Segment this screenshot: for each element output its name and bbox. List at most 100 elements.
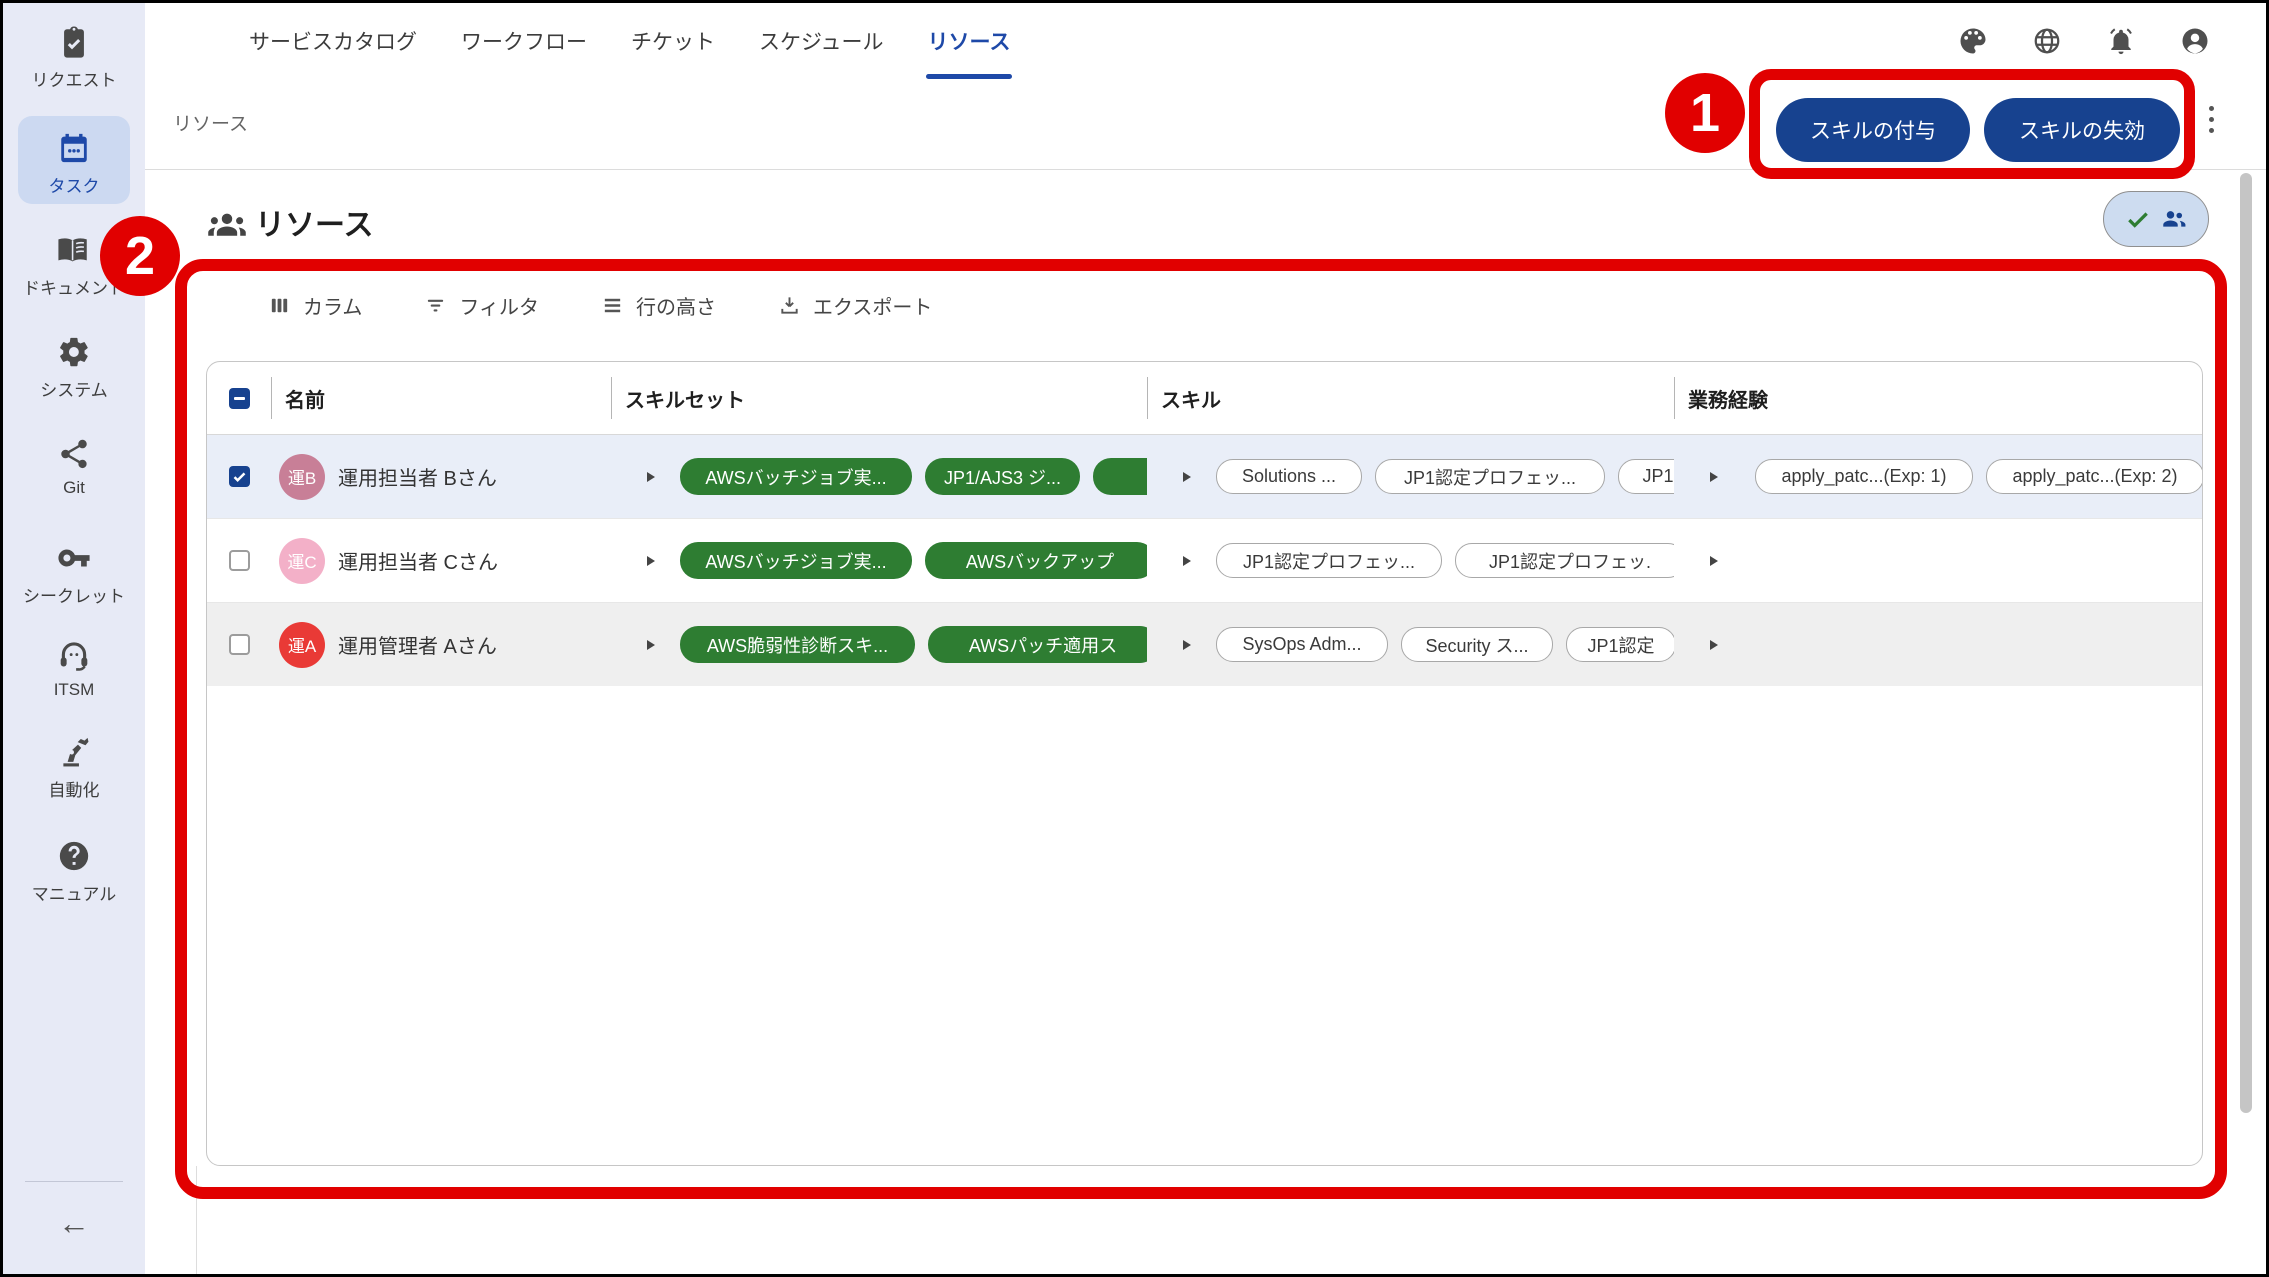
more-options-icon[interactable]: [2209, 106, 2214, 133]
experience-chip: apply_patc...(Exp: 2): [1986, 459, 2202, 494]
header-skill: スキル: [1147, 362, 1674, 434]
avatar: 運B: [279, 454, 325, 500]
expand-arrow-icon[interactable]: [1710, 472, 1718, 482]
sidebar-item-documents[interactable]: ドキュメント: [3, 233, 145, 299]
key-icon: [57, 541, 91, 575]
app-window: リクエスト タスク ドキュメント システム Git シークレット ITSM 自: [0, 0, 2269, 1277]
table-header-row: 名前 スキルセット スキル 業務経験: [207, 362, 2202, 435]
filter-label: フィルタ: [459, 291, 539, 320]
sidebar-item-git[interactable]: Git: [3, 437, 145, 498]
avatar: 運C: [279, 538, 325, 584]
select-all-checkbox[interactable]: [229, 388, 250, 409]
palette-icon[interactable]: [1958, 26, 1988, 56]
expand-arrow-icon[interactable]: [1183, 556, 1191, 566]
skillset-chip: AWS脆弱性診断スキ...: [680, 626, 915, 663]
export-label: エクスポート: [813, 291, 932, 320]
row-height-button[interactable]: 行の高さ: [601, 291, 716, 320]
skill-chip: Security ス...: [1401, 627, 1553, 662]
skill-chip: JP1認定: [1566, 627, 1674, 662]
nav-tabs: サービスカタログ ワークフロー チケット スケジュール リソース: [249, 3, 1010, 79]
filter-icon: [424, 294, 447, 317]
experience-chip: apply_patc...(Exp: 1): [1755, 459, 1973, 494]
account-icon[interactable]: [2180, 26, 2210, 56]
skillset-chip: [1093, 458, 1147, 495]
selection-mode-button[interactable]: [2103, 191, 2209, 247]
sidebar-item-label: リクエスト: [32, 66, 117, 91]
clipboard-check-icon: [57, 25, 91, 59]
skillset-chip: JP1/AJS3 ジ...: [925, 458, 1080, 495]
tab-workflow[interactable]: ワークフロー: [461, 3, 587, 79]
check-icon: [2125, 206, 2151, 232]
table-row[interactable]: 運A 運用管理者 Aさん AWS脆弱性診断スキ... AWSパッチ適用ス Sys…: [207, 602, 2202, 686]
avatar: 運A: [279, 622, 325, 668]
sidebar-item-manual[interactable]: マニュアル: [3, 839, 145, 905]
skill-chip: JP1認定プロフェッ...: [1216, 543, 1442, 578]
table-toolbar: カラム フィルタ 行の高さ エクスポート: [268, 291, 932, 320]
export-button[interactable]: エクスポート: [778, 291, 932, 320]
sidebar-item-secrets[interactable]: シークレット: [3, 541, 145, 607]
revoke-skill-button[interactable]: スキルの失効: [1984, 98, 2180, 162]
sidebar: リクエスト タスク ドキュメント システム Git シークレット ITSM 自: [3, 3, 145, 1274]
skill-chip: JP1認定プロフェッ.: [1455, 543, 1674, 578]
help-icon: [57, 839, 91, 873]
people-group-icon: [207, 208, 247, 242]
expand-arrow-icon[interactable]: [647, 640, 655, 650]
tab-service-catalog[interactable]: サービスカタログ: [249, 3, 417, 79]
row-height-label: 行の高さ: [636, 291, 716, 320]
skill-chip: SysOps Adm...: [1216, 627, 1388, 662]
sidebar-item-label: マニュアル: [32, 880, 117, 905]
sidebar-item-label: ITSM: [54, 680, 95, 700]
globe-icon[interactable]: [2032, 26, 2062, 56]
expand-arrow-icon[interactable]: [647, 472, 655, 482]
expand-arrow-icon[interactable]: [1183, 472, 1191, 482]
skillset-chip: AWSバッチジョブ実...: [680, 458, 912, 495]
headset-icon: [57, 639, 91, 673]
table-row[interactable]: 運C 運用担当者 Cさん AWSバッチジョブ実... AWSバックアップ JP1…: [207, 518, 2202, 602]
tab-resource[interactable]: リソース: [928, 3, 1011, 79]
bell-icon[interactable]: [2106, 26, 2136, 56]
skill-chip: Solutions ...: [1216, 459, 1362, 494]
skillset-chip: AWSパッチ適用ス: [928, 626, 1147, 663]
grant-skill-button[interactable]: スキルの付与: [1776, 98, 1970, 162]
header-skillset: スキルセット: [611, 362, 1147, 434]
vertical-scrollbar[interactable]: [2240, 173, 2252, 1113]
row-checkbox[interactable]: [229, 634, 250, 655]
tab-ticket[interactable]: チケット: [631, 3, 715, 79]
sidebar-item-requests[interactable]: リクエスト: [3, 25, 145, 91]
expand-arrow-icon[interactable]: [1183, 640, 1191, 650]
sidebar-item-label: シークレット: [23, 582, 125, 607]
sidebar-divider: [25, 1181, 123, 1182]
resource-name: 運用担当者 Bさん: [338, 462, 497, 491]
sidebar-item-system[interactable]: システム: [3, 335, 145, 401]
sidebar-collapse-button[interactable]: ←: [3, 1205, 145, 1242]
sidebar-item-label: タスク: [49, 172, 100, 197]
top-nav-icons: [1958, 3, 2210, 79]
expand-arrow-icon[interactable]: [1710, 556, 1718, 566]
columns-button[interactable]: カラム: [268, 291, 362, 320]
columns-label: カラム: [303, 291, 362, 320]
table-row[interactable]: 運B 運用担当者 Bさん AWSバッチジョブ実... JP1/AJS3 ジ...…: [207, 435, 2202, 518]
gear-icon: [57, 335, 91, 369]
calendar-icon: [57, 131, 91, 165]
filter-button[interactable]: フィルタ: [424, 291, 539, 320]
expand-arrow-icon[interactable]: [647, 556, 655, 566]
resource-name: 運用担当者 Cさん: [338, 546, 498, 575]
skillset-chip: AWSバックアップ: [925, 542, 1147, 579]
skill-chip: JP1: [1618, 459, 1674, 494]
expand-arrow-icon[interactable]: [1710, 640, 1718, 650]
sidebar-item-label: システム: [40, 376, 108, 401]
sidebar-item-label: 自動化: [49, 776, 100, 801]
sidebar-item-tasks[interactable]: タスク: [3, 131, 145, 197]
sidebar-item-automation[interactable]: 自動化: [3, 735, 145, 801]
row-checkbox[interactable]: [229, 466, 250, 487]
columns-icon: [268, 294, 291, 317]
people-icon: [2160, 205, 2188, 233]
top-nav: サービスカタログ ワークフロー チケット スケジュール リソース: [145, 3, 2266, 80]
sidebar-item-itsm[interactable]: ITSM: [3, 639, 145, 700]
export-icon: [778, 294, 801, 317]
row-checkbox[interactable]: [229, 550, 250, 571]
row-height-icon: [601, 294, 624, 317]
robot-arm-icon: [57, 735, 91, 769]
header-experience: 業務経験: [1674, 362, 2202, 434]
tab-schedule[interactable]: スケジュール: [759, 3, 884, 79]
